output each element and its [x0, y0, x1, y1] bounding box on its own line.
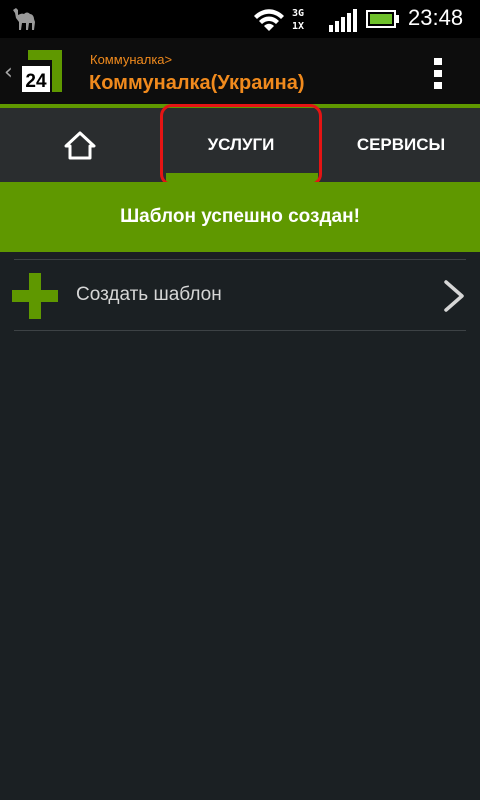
list-item-create-template[interactable]: Создать шаблон — [0, 260, 480, 330]
list-item-label: Создать шаблон — [76, 284, 222, 305]
signal-icon — [329, 9, 357, 32]
privat24-logo[interactable]: 24 — [20, 48, 64, 94]
logo-text: 24 — [25, 71, 47, 92]
network-type-bottom: 1X — [292, 21, 305, 32]
tab-home[interactable] — [0, 108, 160, 182]
status-bar: 3G 1X 23:48 — [0, 0, 480, 38]
back-chevron-icon[interactable]: ‹ — [4, 60, 13, 85]
highlight-annotation — [160, 104, 322, 186]
home-icon — [64, 131, 96, 160]
plus-icon — [12, 273, 58, 319]
breadcrumb[interactable]: Коммуналка> — [90, 52, 172, 67]
camel-icon — [13, 8, 35, 30]
battery-icon — [366, 10, 399, 28]
network-type: 3G 1X — [292, 7, 322, 35]
wifi-icon — [254, 9, 284, 31]
overflow-menu-icon[interactable] — [428, 56, 448, 92]
page-title: Коммуналка(Украина) — [89, 72, 305, 94]
clock: 23:48 — [408, 5, 464, 30]
list-divider — [14, 330, 466, 331]
action-bar: ‹ 24 Коммуналка> Коммуналка(Украина) — [0, 38, 480, 104]
chevron-right-icon — [444, 280, 464, 312]
success-banner: Шаблон успешно создан! — [0, 182, 480, 252]
tab-servisy[interactable]: СЕРВИСЫ — [322, 108, 480, 182]
network-type-top: 3G — [292, 8, 305, 19]
